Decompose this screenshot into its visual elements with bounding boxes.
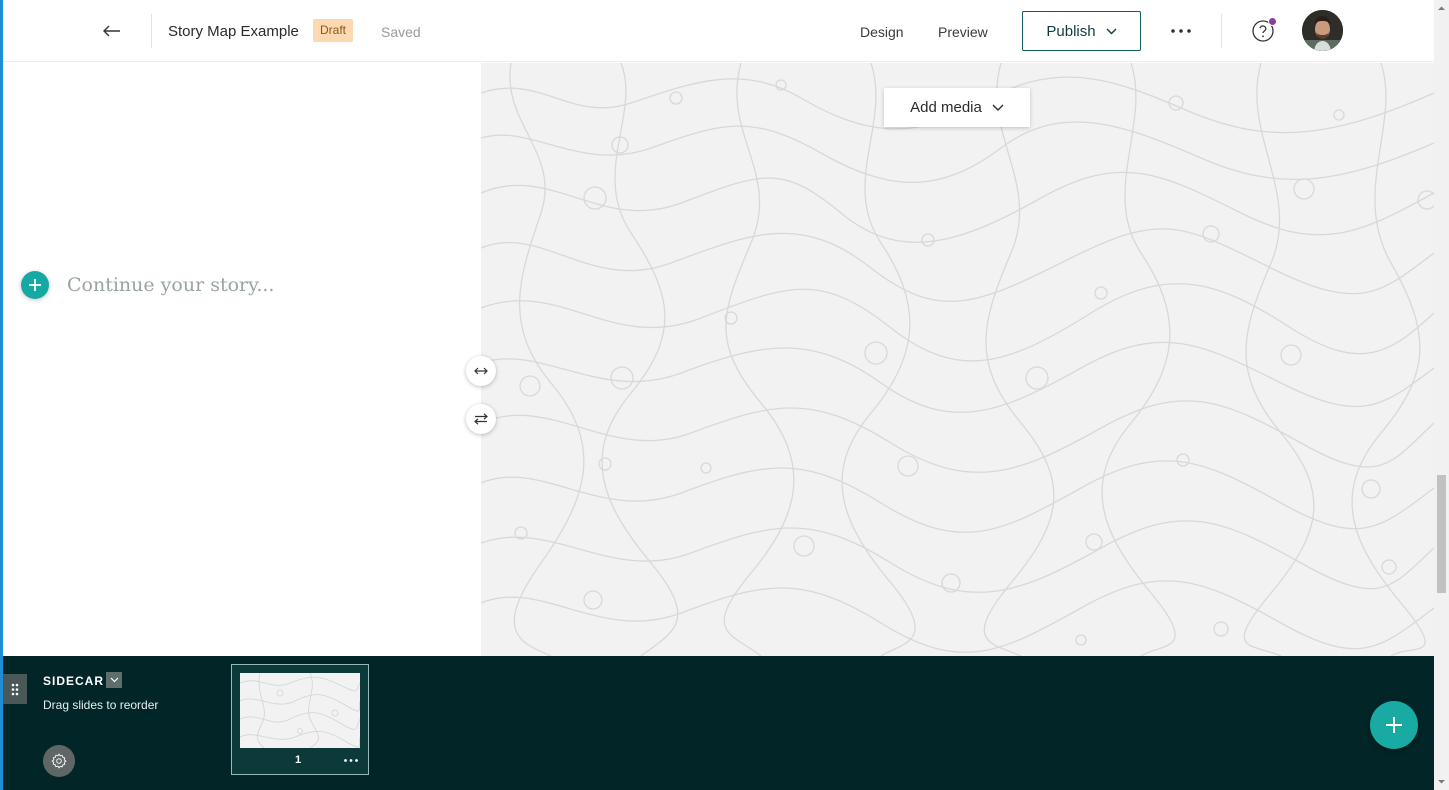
slide-thumbnail-card[interactable]: 1 (231, 664, 369, 775)
sidecar-slide-bar: SIDECAR Drag slides to reorder 1 (3, 656, 1434, 790)
save-status-text: Saved (381, 24, 421, 40)
back-button[interactable] (97, 16, 127, 46)
narrative-panel: Continue your story... (3, 63, 481, 656)
notification-dot (1268, 17, 1277, 26)
chevron-down-icon (110, 677, 118, 683)
drag-handle[interactable] (3, 674, 27, 704)
publish-button-label: Publish (1046, 22, 1096, 40)
scrollbar-thumb[interactable] (1437, 475, 1446, 593)
avatar-image (1302, 10, 1343, 51)
publish-button[interactable]: Publish (1022, 11, 1141, 51)
horizontal-resize-icon (474, 367, 488, 375)
arrow-left-icon (103, 25, 120, 37)
grip-dots-icon (11, 683, 19, 695)
chevron-down-icon (1106, 28, 1117, 34)
add-slide-button[interactable] (1370, 701, 1418, 749)
thumbnail-pattern (240, 673, 360, 748)
slide-options-button[interactable] (342, 753, 360, 767)
scroll-up-icon[interactable] (1437, 4, 1446, 13)
scroll-down-icon[interactable] (1437, 777, 1446, 786)
add-media-label: Add media (910, 99, 982, 116)
plus-icon (1386, 717, 1402, 733)
gear-icon (51, 753, 67, 769)
plus-icon (29, 279, 41, 291)
ellipsis-icon (1171, 29, 1191, 33)
add-media-button[interactable]: Add media (884, 88, 1030, 127)
reorder-hint: Drag slides to reorder (43, 698, 159, 712)
add-content-block-button[interactable] (21, 271, 49, 299)
sidecar-options-dropdown[interactable] (106, 672, 122, 688)
topographic-pattern (481, 63, 1434, 656)
more-options-button[interactable] (1168, 18, 1194, 44)
story-title[interactable]: Story Map Example (168, 23, 299, 40)
builder-header: Story Map Example Draft Saved Design Pre… (3, 0, 1434, 62)
story-builder-app: Story Map Example Draft Saved Design Pre… (0, 0, 1449, 790)
sidecar-title: SIDECAR (43, 674, 105, 688)
resize-panel-button[interactable] (466, 356, 496, 386)
sidecar-settings-button[interactable] (43, 745, 75, 777)
user-avatar[interactable] (1302, 10, 1343, 51)
header-divider-right (1221, 14, 1222, 48)
slide-thumbnail-image (240, 673, 360, 748)
slide-number: 1 (295, 754, 302, 766)
swap-panels-button[interactable] (466, 404, 496, 434)
page-scrollbar[interactable] (1434, 0, 1449, 790)
design-nav-button[interactable]: Design (860, 24, 904, 40)
chevron-down-icon (992, 104, 1004, 111)
swap-panels-icon (474, 413, 488, 425)
header-divider (151, 14, 152, 48)
preview-nav-button[interactable]: Preview (938, 24, 988, 40)
draft-status-badge: Draft (313, 19, 354, 42)
ellipsis-icon (344, 758, 358, 762)
media-panel[interactable]: Add media (481, 63, 1434, 656)
story-text-input[interactable]: Continue your story... (67, 274, 274, 296)
